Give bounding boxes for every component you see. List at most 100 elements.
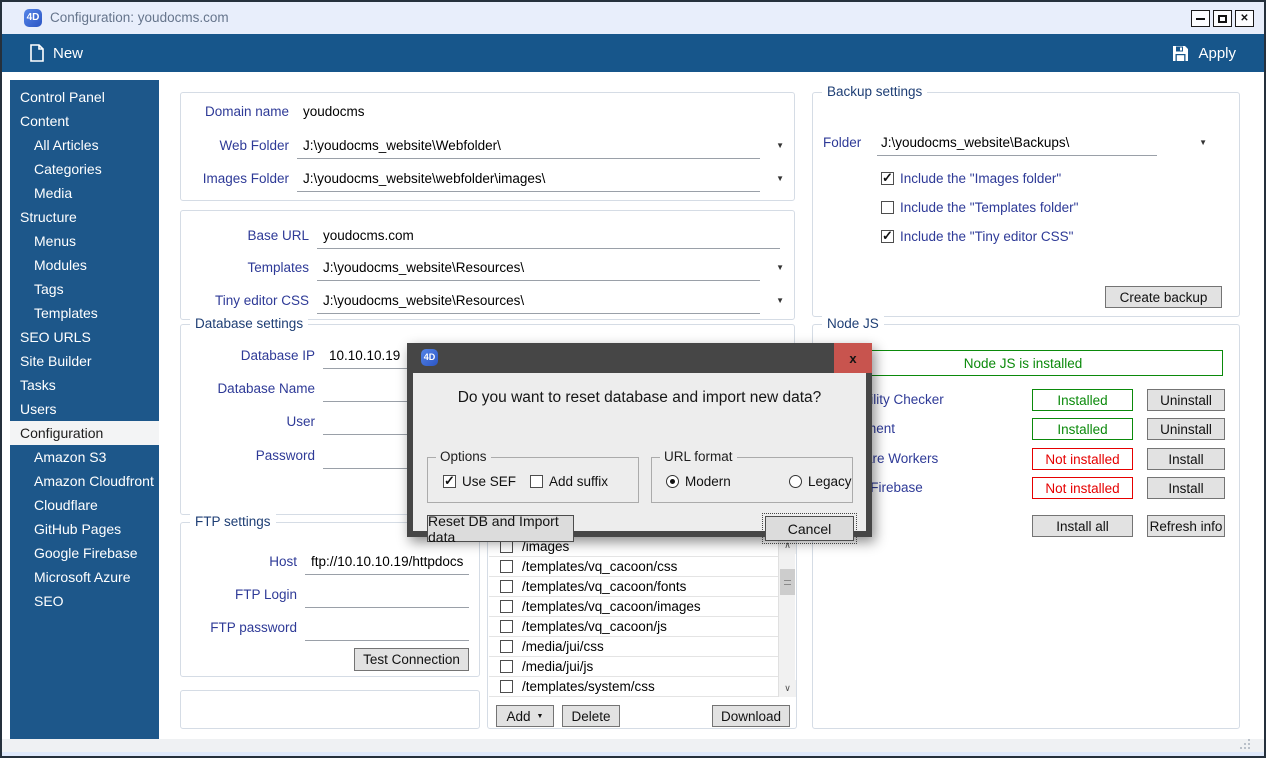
file-row[interactable]: /templates/vq_cacoon/css xyxy=(489,557,778,577)
chevron-down-icon[interactable]: ▼ xyxy=(776,141,784,150)
sidebar-item-templates[interactable]: Templates xyxy=(10,301,159,325)
ftp-host-value[interactable]: ftp://10.10.10.19/httpdocs xyxy=(311,549,463,575)
chevron-down-icon[interactable]: ▼ xyxy=(1199,138,1207,147)
sidebar-item-seo[interactable]: SEO xyxy=(10,589,159,613)
templates-label: Templates xyxy=(189,255,309,281)
field-row: Web Folder J:\youdocms_website\Webfolder… xyxy=(189,133,786,159)
delete-button[interactable]: Delete xyxy=(562,705,620,727)
use-sef-checkbox[interactable] xyxy=(443,475,456,488)
sidebar-item-menus[interactable]: Menus xyxy=(10,229,159,253)
legacy-radio-row: Legacy xyxy=(789,471,852,491)
file-path-label: /templates/vq_cacoon/js xyxy=(522,619,667,634)
apply-button[interactable]: Apply xyxy=(1172,34,1236,72)
add-suffix-checkbox[interactable] xyxy=(530,475,543,488)
sidebar-item-all-articles[interactable]: All Articles xyxy=(10,133,159,157)
sidebar-item-site-builder[interactable]: Site Builder xyxy=(10,349,159,373)
web-folder-value[interactable]: J:\youdocms_website\Webfolder\ xyxy=(303,133,501,159)
modern-radio[interactable] xyxy=(666,475,679,488)
file-row[interactable]: /media/jui/js xyxy=(489,657,778,677)
scrollbar-thumb[interactable] xyxy=(780,569,795,595)
sidebar-item-tags[interactable]: Tags xyxy=(10,277,159,301)
field-row: Templates J:\youdocms_website\Resources\… xyxy=(189,255,786,281)
url-format-group-title: URL format xyxy=(660,449,737,464)
file-checkbox[interactable] xyxy=(500,560,513,573)
sidebar-item-categories[interactable]: Categories xyxy=(10,157,159,181)
base-url-value[interactable]: youdocms.com xyxy=(323,223,414,249)
file-checkbox[interactable] xyxy=(500,580,513,593)
sidebar-item-content[interactable]: Content xyxy=(10,109,159,133)
sidebar-item-media[interactable]: Media xyxy=(10,181,159,205)
cancel-button[interactable]: Cancel xyxy=(765,516,854,541)
sidebar-item-configuration[interactable]: Configuration xyxy=(10,421,159,445)
include-tiny-css-checkbox[interactable] xyxy=(881,230,894,243)
test-connection-button[interactable]: Test Connection xyxy=(354,648,469,671)
file-list: /images/templates/vq_cacoon/css/template… xyxy=(489,537,778,697)
node-module-row: Cloudflare WorkersNot installedInstall xyxy=(823,448,1223,471)
sidebar-item-cloudflare[interactable]: Cloudflare xyxy=(10,493,159,517)
images-folder-value[interactable]: J:\youdocms_website\webfolder\images\ xyxy=(303,166,545,192)
download-button[interactable]: Download xyxy=(712,705,790,727)
sidebar-item-tasks[interactable]: Tasks xyxy=(10,373,159,397)
install-button[interactable]: Install xyxy=(1147,448,1225,470)
reset-database-dialog: 4D x Do you want to reset database and i… xyxy=(407,343,872,537)
database-ip-value[interactable]: 10.10.10.19 xyxy=(329,343,400,369)
create-backup-button[interactable]: Create backup xyxy=(1105,286,1222,308)
file-row[interactable]: /media/jui/css xyxy=(489,637,778,657)
tiny-editor-css-value[interactable]: J:\youdocms_website\Resources\ xyxy=(323,288,524,314)
scroll-down-icon[interactable]: ∨ xyxy=(779,680,796,697)
install-button[interactable]: Install xyxy=(1147,477,1225,499)
file-row[interactable]: /templates/vq_cacoon/images xyxy=(489,597,778,617)
download-files-panel: /images/templates/vq_cacoon/css/template… xyxy=(487,522,797,729)
close-icon: ✕ xyxy=(1240,14,1248,24)
chevron-down-icon[interactable]: ▼ xyxy=(776,263,784,272)
sidebar-item-amazon-s3[interactable]: Amazon S3 xyxy=(10,445,159,469)
sidebar-item-amazon-cloudfront[interactable]: Amazon Cloudfront xyxy=(10,469,159,493)
include-images-checkbox[interactable] xyxy=(881,172,894,185)
domain-name-value[interactable]: youdocms xyxy=(303,99,365,125)
sidebar-item-github-pages[interactable]: GitHub Pages xyxy=(10,517,159,541)
dialog-close-button[interactable]: x xyxy=(834,343,872,373)
file-checkbox[interactable] xyxy=(500,660,513,673)
reset-db-import-button[interactable]: Reset DB and Import data xyxy=(427,515,574,542)
chevron-down-icon[interactable]: ▼ xyxy=(776,174,784,183)
scrollbar[interactable]: ∧ ∨ xyxy=(778,537,795,697)
app-logo-icon: 4D xyxy=(24,9,42,27)
file-checkbox[interactable] xyxy=(500,640,513,653)
node-module-row: Google FirebaseNot installedInstall xyxy=(823,477,1223,500)
backup-folder-value[interactable]: J:\youdocms_website\Backups\ xyxy=(881,130,1069,156)
uninstall-button[interactable]: Uninstall xyxy=(1147,389,1225,411)
resize-grip[interactable] xyxy=(1240,739,1250,749)
file-checkbox[interactable] xyxy=(500,620,513,633)
file-checkbox[interactable] xyxy=(500,680,513,693)
legacy-radio[interactable] xyxy=(789,475,802,488)
sidebar-item-control-panel[interactable]: Control Panel xyxy=(10,85,159,109)
sidebar-item-microsoft-azure[interactable]: Microsoft Azure xyxy=(10,565,159,589)
database-name-label: Database Name xyxy=(189,376,315,402)
minimize-button[interactable] xyxy=(1191,10,1210,27)
chevron-down-icon[interactable]: ▼ xyxy=(776,296,784,305)
sidebar-item-structure[interactable]: Structure xyxy=(10,205,159,229)
file-row[interactable]: /templates/system/css xyxy=(489,677,778,697)
sidebar-item-modules[interactable]: Modules xyxy=(10,253,159,277)
file-row[interactable]: /templates/vq_cacoon/js xyxy=(489,617,778,637)
maximize-button[interactable] xyxy=(1213,10,1232,27)
url-format-group: URL format Modern Legacy xyxy=(651,457,853,503)
close-button[interactable]: ✕ xyxy=(1235,10,1254,27)
status-bar xyxy=(2,739,1264,752)
add-button[interactable]: Add ▼ xyxy=(496,705,554,727)
sidebar-item-google-firebase[interactable]: Google Firebase xyxy=(10,541,159,565)
refresh-info-button[interactable]: Refresh info xyxy=(1147,515,1225,537)
file-row[interactable]: /templates/vq_cacoon/fonts xyxy=(489,577,778,597)
new-button[interactable]: New xyxy=(30,34,83,72)
sidebar-item-seo-urls[interactable]: SEO URLS xyxy=(10,325,159,349)
dialog-app-logo-icon: 4D xyxy=(421,349,438,366)
install-all-button[interactable]: Install all xyxy=(1032,515,1133,537)
include-templates-checkbox[interactable] xyxy=(881,201,894,214)
file-checkbox[interactable] xyxy=(500,600,513,613)
uninstall-button[interactable]: Uninstall xyxy=(1147,418,1225,440)
templates-value[interactable]: J:\youdocms_website\Resources\ xyxy=(323,255,524,281)
field-row: Images Folder J:\youdocms_website\webfol… xyxy=(189,166,786,192)
domain-panel: Domain name youdocms Web Folder J:\youdo… xyxy=(180,92,795,201)
apply-button-label: Apply xyxy=(1198,45,1236,62)
sidebar-item-users[interactable]: Users xyxy=(10,397,159,421)
